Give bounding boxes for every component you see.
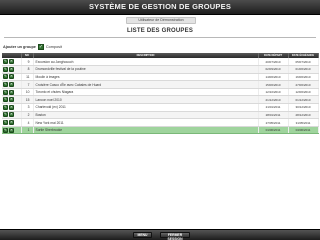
- footer-bar: MENU FERMER SESSION: [0, 229, 320, 240]
- row-number: 11: [21, 73, 34, 82]
- filter-row: Ajouter un groupe ✓ Composit: [3, 43, 62, 50]
- row-number: 8: [21, 65, 34, 74]
- row-end-date: 31/05/2011: [288, 118, 319, 127]
- row-description[interactable]: Drumondville festival de la poutine: [33, 65, 259, 74]
- table-row[interactable]: ✎ ✕ 15 Lancon noel 2010 21/12/2010 01/12/2010: [2, 95, 319, 105]
- row-number: 1: [21, 126, 34, 135]
- app-header: SYSTÈME DE GESTION DE GROUPES: [0, 0, 320, 15]
- row-start-date: 15/06/2010: [258, 80, 289, 89]
- row-description[interactable]: Croisière Casco d'Île avec Cabales de Hu…: [33, 80, 259, 89]
- filter-checkbox[interactable]: ✓: [37, 43, 44, 50]
- delete-icon[interactable]: ✕: [9, 120, 14, 126]
- delete-icon[interactable]: ✕: [9, 66, 14, 72]
- delete-icon[interactable]: ✕: [9, 74, 14, 80]
- row-start-date: 27/05/2011: [258, 118, 289, 127]
- row-number: 15: [21, 95, 34, 105]
- edit-icon[interactable]: ✎: [3, 59, 8, 65]
- row-start-date: 12/10/2010: [258, 88, 289, 97]
- table-row[interactable]: ✎ ✕ 1 Sortie Sherbrooke 01/06/2011 04/06/2011: [2, 126, 319, 135]
- delete-icon[interactable]: ✕: [9, 112, 14, 118]
- row-number: 3: [21, 103, 34, 112]
- row-end-date: 16/06/2010: [288, 73, 319, 82]
- edit-icon[interactable]: ✎: [3, 74, 8, 80]
- edit-icon[interactable]: ✎: [3, 82, 8, 88]
- delete-icon[interactable]: ✕: [9, 59, 14, 65]
- user-name: Utilisateur de Démonstration: [126, 17, 196, 24]
- edit-icon[interactable]: ✎: [3, 112, 8, 118]
- row-number: 9: [21, 58, 34, 67]
- row-actions: ✎ ✕: [2, 58, 22, 67]
- row-description[interactable]: Sortie Sherbrooke: [33, 126, 259, 135]
- table-row[interactable]: ✎ ✕ 11 Moulin à images 14/06/2010 16/06/2010: [2, 73, 319, 82]
- edit-icon[interactable]: ✎: [3, 104, 8, 110]
- row-actions: ✎ ✕: [2, 95, 22, 105]
- delete-icon[interactable]: ✕: [9, 82, 14, 88]
- row-actions: ✎ ✕: [2, 126, 22, 135]
- filter-value: Composit: [45, 44, 62, 49]
- row-end-date: 04/06/2011: [288, 126, 319, 135]
- row-end-date: 28/12/2010: [288, 111, 319, 120]
- row-number: 4: [21, 118, 34, 127]
- delete-icon[interactable]: ✕: [9, 97, 14, 103]
- edit-icon[interactable]: ✎: [3, 89, 8, 95]
- logout-button[interactable]: FERMER SESSION: [160, 232, 190, 240]
- row-start-date: 14/06/2010: [258, 73, 289, 82]
- row-description[interactable]: New York mai 2011: [33, 118, 259, 127]
- row-description[interactable]: Moulin à images: [33, 73, 259, 82]
- row-description[interactable]: Charlevoid (ex) 2011: [33, 103, 259, 112]
- row-description[interactable]: Toronto et chutes Niagara: [33, 88, 259, 97]
- row-end-date: 30/12/2010: [288, 103, 319, 112]
- delete-icon[interactable]: ✕: [9, 104, 14, 110]
- table-row[interactable]: ✎ ✕ 7 Croisière Casco d'Île avec Cabales de…: [2, 80, 319, 89]
- edit-icon[interactable]: ✎: [3, 120, 8, 126]
- edit-icon[interactable]: ✎: [3, 97, 8, 103]
- row-start-date: 21/01/2011: [258, 103, 289, 112]
- row-actions: ✎ ✕: [2, 65, 22, 74]
- row-description[interactable]: Excursion au Janghouuch: [33, 58, 259, 67]
- page-title: LISTE DES GROUPES: [126, 28, 194, 34]
- row-start-date: 21/12/2010: [258, 95, 289, 105]
- table-row[interactable]: ✎ ✕ 8 Drumondville festival de la poutine 02…: [2, 65, 319, 74]
- row-actions: ✎ ✕: [2, 73, 22, 82]
- row-end-date: 12/06/2010: [288, 88, 319, 97]
- table-row[interactable]: ✎ ✕ 9 Excursion au Janghouuch 20/07/2010 05/0…: [2, 58, 319, 67]
- row-start-date: 28/01/2011: [258, 111, 289, 120]
- row-start-date: 02/09/2010: [258, 65, 289, 74]
- table-row[interactable]: ✎ ✕ 3 Charlevoid (ex) 2011 21/01/2011 30/12/2…: [2, 103, 319, 112]
- table-row[interactable]: ✎ ✕ 4 New York mai 2011 27/05/2011 31/05/2011: [2, 118, 319, 127]
- edit-icon[interactable]: ✎: [3, 127, 8, 133]
- app-title: SYSTÈME DE GESTION DE GROUPES: [88, 2, 232, 11]
- row-end-date: 01/06/2010: [288, 65, 319, 74]
- edit-icon[interactable]: ✎: [3, 66, 8, 72]
- row-actions: ✎ ✕: [2, 118, 22, 127]
- menu-button[interactable]: MENU: [133, 232, 152, 238]
- row-number: 2: [21, 111, 34, 120]
- filter-label: Ajouter un groupe: [3, 44, 36, 49]
- table-row[interactable]: ✎ ✕ 10 Toronto et chutes Niagara 12/10/2010 1…: [2, 88, 319, 97]
- row-end-date: 27/06/2010: [288, 80, 319, 89]
- row-number: 10: [21, 88, 34, 97]
- row-start-date: 20/07/2010: [258, 58, 289, 67]
- delete-icon[interactable]: ✕: [9, 89, 14, 95]
- row-end-date: 05/07/2010: [288, 58, 319, 67]
- row-start-date: 01/06/2011: [258, 126, 289, 135]
- divider: [4, 37, 316, 38]
- row-actions: ✎ ✕: [2, 88, 22, 97]
- row-description[interactable]: Boston: [33, 111, 259, 120]
- row-number: 7: [21, 80, 34, 89]
- row-end-date: 01/12/2010: [288, 95, 319, 105]
- delete-icon[interactable]: ✕: [9, 127, 14, 133]
- table-row[interactable]: ✎ ✕ 2 Boston 28/01/2011 28/12/2010: [2, 111, 319, 120]
- row-actions: ✎ ✕: [2, 103, 22, 112]
- row-actions: ✎ ✕: [2, 80, 22, 89]
- row-actions: ✎ ✕: [2, 111, 22, 120]
- row-description[interactable]: Lancon noel 2010: [33, 95, 259, 105]
- groups-table: NO DESCRIPTION DATE DÉPART DATE ÉCHÉANCE…: [2, 53, 319, 135]
